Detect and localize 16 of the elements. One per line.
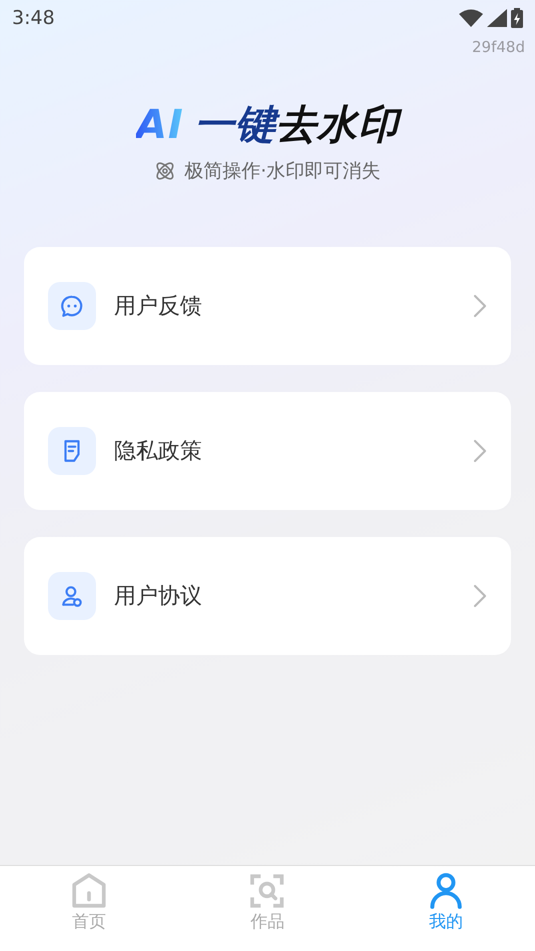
wifi-icon bbox=[459, 9, 483, 27]
subtitle: 极简操作·水印即可消失 bbox=[184, 158, 381, 184]
chevron-right-icon bbox=[473, 584, 487, 608]
menu-item[interactable]: 用户协议 bbox=[24, 537, 511, 655]
version-label: 29f48d bbox=[472, 38, 525, 56]
chevron-right-icon bbox=[473, 439, 487, 463]
scan-icon bbox=[248, 872, 286, 910]
atom-icon bbox=[154, 160, 176, 182]
menu-item[interactable]: 用户反馈 bbox=[24, 247, 511, 365]
status-time: 3:48 bbox=[12, 6, 55, 31]
signal-icon bbox=[487, 9, 507, 27]
chat-bubble-icon bbox=[59, 293, 85, 319]
home-icon bbox=[70, 872, 108, 910]
battery-icon bbox=[511, 8, 523, 28]
menu-item[interactable]: 隐私政策 bbox=[24, 392, 511, 510]
chevron-right-icon bbox=[473, 294, 487, 318]
